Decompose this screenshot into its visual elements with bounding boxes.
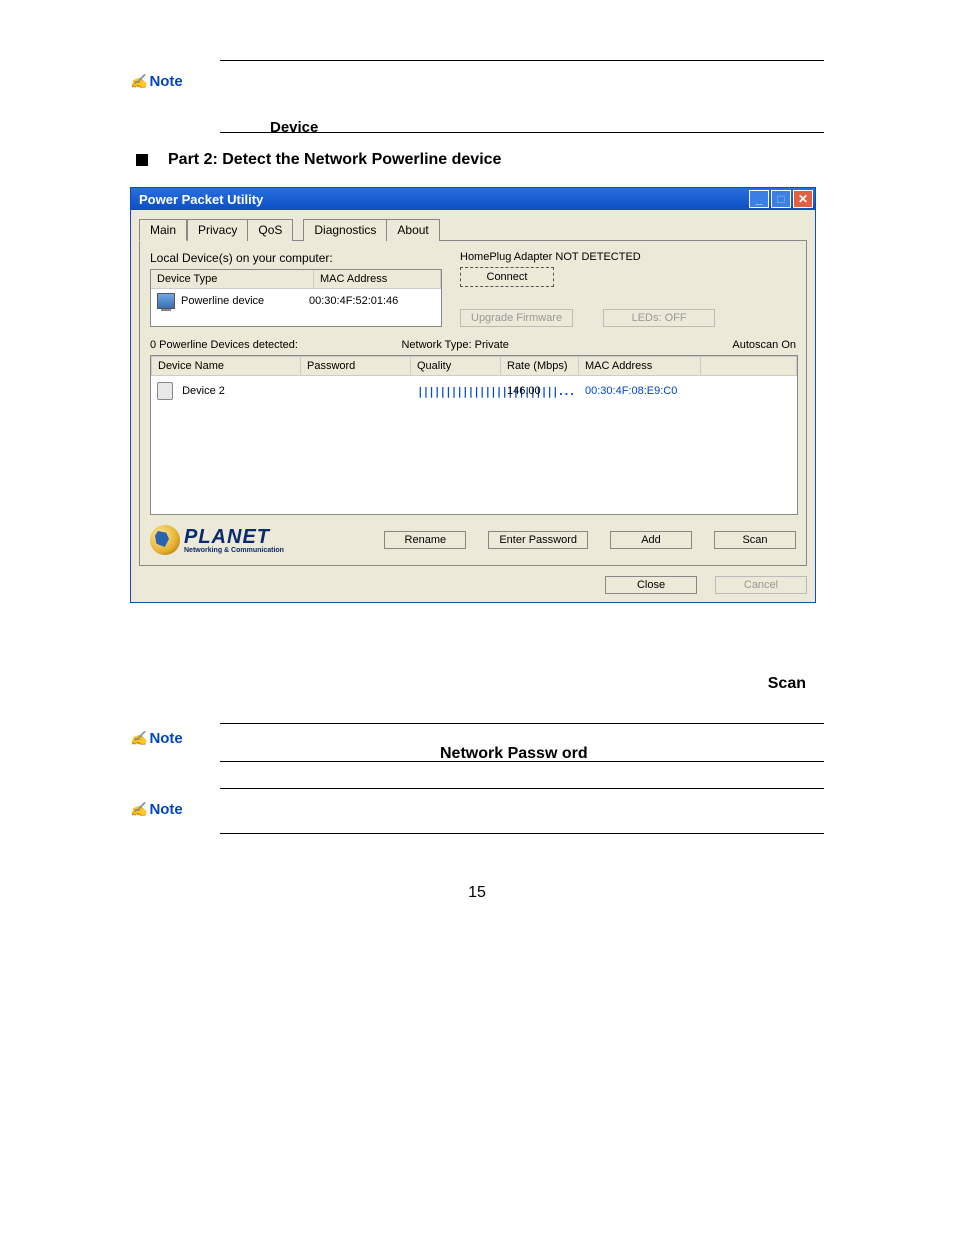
note-text: Note [149, 801, 182, 818]
rename-button[interactable]: Rename [384, 531, 466, 549]
col-password[interactable]: Password [301, 356, 411, 376]
rule [220, 833, 824, 834]
globe-icon [150, 525, 180, 555]
note-label: ✍ Note [130, 73, 183, 90]
note-label: ✍ Note [130, 730, 183, 747]
autoscan-label: Autoscan On [732, 339, 796, 351]
col-device-name[interactable]: Device Name [151, 356, 301, 376]
maximize-button[interactable]: □ [771, 190, 791, 208]
cancel-button: Cancel [715, 576, 807, 594]
tab-about[interactable]: About [387, 219, 439, 241]
section-heading: Part 2: Detect the Network Powerline dev… [136, 151, 824, 169]
tab-bar: Main Privacy QoS Diagnostics About [139, 218, 807, 241]
upgrade-firmware-button: Upgrade Firmware [460, 309, 573, 327]
brand-logo: PLANET Networking & Communication [150, 525, 284, 555]
device-heading: Device [270, 119, 824, 136]
enter-password-button[interactable]: Enter Password [488, 531, 588, 549]
scan-heading: Scan [130, 675, 806, 693]
local-device-mac: 00:30:4F:52:01:46 [309, 295, 398, 307]
tab-main[interactable]: Main [139, 219, 187, 241]
leds-button: LEDs: OFF [603, 309, 715, 327]
col-spacer [701, 356, 797, 376]
device-row[interactable]: Device 2 |||||||||||||||||||||||||... 14… [151, 376, 797, 406]
tab-diagnostics[interactable]: Diagnostics [303, 219, 387, 241]
device-name: Device 2 [182, 385, 225, 397]
pencil-icon: ✍ [130, 801, 147, 818]
logo-name: PLANET [184, 527, 284, 547]
square-bullet-icon [136, 154, 148, 166]
scan-button[interactable]: Scan [714, 531, 796, 549]
minimize-button[interactable]: _ [749, 190, 769, 208]
window-title: Power Packet Utility [139, 192, 263, 207]
add-button[interactable]: Add [610, 531, 692, 549]
rule [220, 788, 824, 789]
local-device-type: Powerline device [181, 295, 303, 307]
col-rate[interactable]: Rate (Mbps) [501, 356, 579, 376]
device-rate: 146.00 [501, 385, 579, 397]
devices-detected-label: 0 Powerline Devices detected: [150, 339, 298, 351]
tab-content: Local Device(s) on your computer: Device… [139, 241, 807, 566]
note-label: ✍ Note [130, 801, 183, 818]
logo-tagline: Networking & Communication [184, 547, 284, 554]
tab-qos[interactable]: QoS [248, 219, 293, 241]
col-quality[interactable]: Quality [411, 356, 501, 376]
col-mac[interactable]: MAC Address [579, 356, 701, 376]
page-number: 15 [130, 884, 824, 902]
local-devices-label: Local Device(s) on your computer: [150, 251, 442, 265]
col-mac-address[interactable]: MAC Address [314, 270, 441, 288]
titlebar: Power Packet Utility _ □ ✕ [131, 188, 815, 210]
note-text: Note [149, 730, 182, 747]
local-device-row[interactable]: Powerline device 00:30:4F:52:01:46 [151, 289, 441, 313]
rule [220, 60, 824, 61]
section-title: Part 2: Detect the Network Powerline dev… [168, 151, 501, 169]
connect-button[interactable]: Connect [460, 267, 554, 287]
app-window: Power Packet Utility _ □ ✕ Main Privacy … [130, 187, 816, 603]
rule [220, 723, 824, 724]
pencil-icon: ✍ [130, 73, 147, 90]
network-type-label: Network Type: Private [401, 339, 508, 351]
computer-icon [157, 293, 175, 309]
col-device-type[interactable]: Device Type [151, 270, 314, 288]
note-text: Note [149, 73, 182, 90]
adapter-status: HomePlug Adapter NOT DETECTED [460, 251, 715, 263]
close-dialog-button[interactable]: Close [605, 576, 697, 594]
device-mac: 00:30:4F:08:E9:C0 [579, 385, 729, 397]
pencil-icon: ✍ [130, 730, 147, 747]
device-icon [157, 382, 173, 400]
tab-privacy[interactable]: Privacy [187, 219, 248, 241]
local-device-list[interactable]: Device Type MAC Address Powerline device… [150, 269, 442, 327]
close-button[interactable]: ✕ [793, 190, 813, 208]
network-device-list[interactable]: Device Name Password Quality Rate (Mbps)… [150, 355, 798, 515]
